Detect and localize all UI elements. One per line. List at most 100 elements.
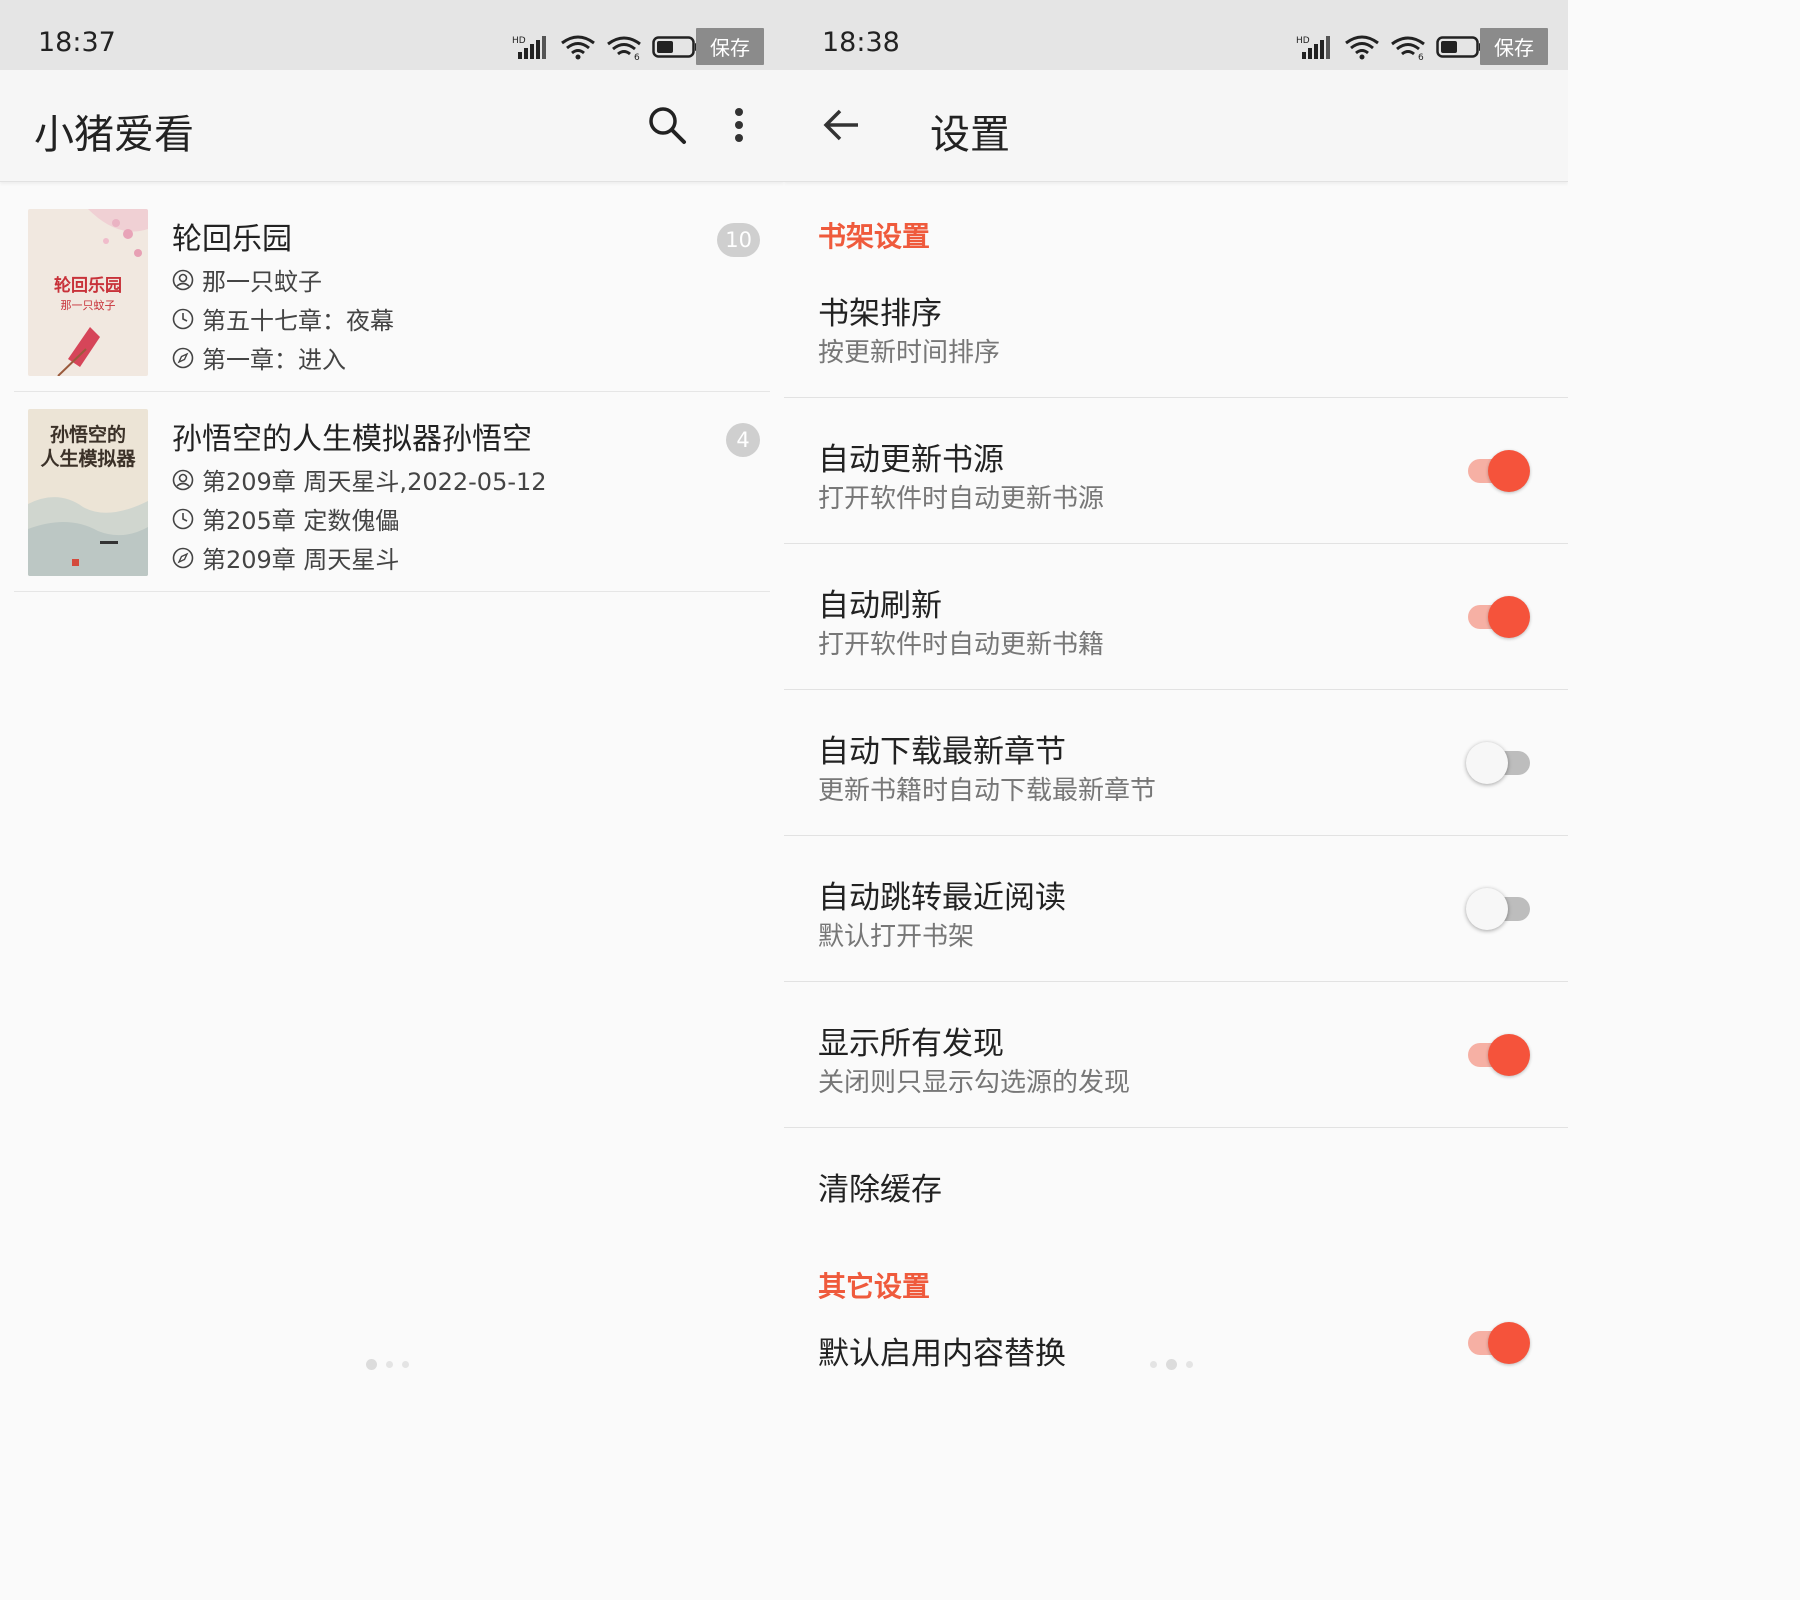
user-icon [172, 269, 194, 290]
app-bar: 小猪爱看 [0, 70, 784, 182]
pref-title: 自动刷新 [818, 588, 942, 624]
pref-summary: 打开软件时自动更新书源 [818, 484, 1105, 514]
search-icon [649, 107, 686, 144]
toggle-switch[interactable] [1466, 592, 1530, 642]
book-item[interactable]: 孙悟空的 人生模拟器 孙悟空的人生模拟器孙悟空 第209章 周天星斗,2022-… [14, 392, 770, 592]
save-badge[interactable]: 保存 [696, 28, 764, 65]
page-dot [1150, 1361, 1157, 1368]
pref-summary: 关闭则只显示勾选源的发现 [818, 1068, 1131, 1098]
page-dot [1166, 1359, 1177, 1370]
latest-chapter-line: 第205章 定数傀儡 [172, 501, 399, 536]
user-icon [172, 469, 194, 490]
clock-icon [172, 308, 194, 329]
pref-auto-jump-recent[interactable]: 自动跳转最近阅读 默认打开书架 [784, 836, 1568, 982]
status-time: 18:37 [38, 27, 116, 58]
hotspot-wifi-icon: 6 [1391, 36, 1425, 60]
current-chapter-line: 第一章：进入 [172, 340, 346, 375]
pref-show-all-discover[interactable]: 显示所有发现 关闭则只显示勾选源的发现 [784, 982, 1568, 1128]
page-dot [366, 1359, 377, 1370]
pref-summary: 按更新时间排序 [818, 338, 1001, 368]
toggle-switch[interactable] [1466, 738, 1530, 788]
cover-title: 轮回乐园 [54, 275, 122, 296]
author-line: 那一只蚊子 [172, 262, 322, 297]
search-button[interactable] [642, 100, 692, 150]
page-dot [402, 1361, 409, 1368]
book-list: 轮回乐园 那一只蚊子 轮回乐园 那一只蚊子 第五十七章：夜幕 第一章：进入 10 [0, 192, 784, 592]
signal-icon: HD [1296, 35, 1330, 59]
current-chapter: 第209章 周天星斗 [202, 546, 400, 574]
pref-summary: 更新书籍时自动下载最新章节 [818, 776, 1157, 806]
current-chapter: 第一章：进入 [202, 346, 346, 374]
book-title: 孙悟空的人生模拟器孙悟空 [172, 422, 532, 457]
book-author: 那一只蚊子 [202, 268, 322, 296]
pref-title: 自动更新书源 [818, 442, 1004, 478]
hotspot-wifi-icon: 6 [607, 36, 641, 60]
pref-auto-refresh[interactable]: 自动刷新 打开软件时自动更新书籍 [784, 544, 1568, 690]
latest-chapter: 第205章 定数傀儡 [202, 507, 400, 535]
settings-screen: 18:38 HD 6 保存 设置 书架设置 书架排序 按更新时间排序 自动更新书… [784, 0, 1568, 1394]
clock-icon [172, 508, 194, 529]
compass-icon [172, 547, 194, 568]
section-header-bookshelf: 书架设置 [784, 182, 1568, 282]
section-header-label: 其它设置 [818, 1270, 931, 1303]
pref-bookshelf-sort[interactable]: 书架排序 按更新时间排序 [784, 282, 1568, 398]
unread-count-badge: 10 [717, 223, 760, 257]
compass-icon [172, 347, 194, 368]
svg-text:6: 6 [1418, 53, 1424, 60]
back-arrow-icon [823, 109, 858, 141]
section-header-other: 其它设置 [784, 1232, 1568, 1332]
page-dot [1186, 1361, 1193, 1368]
svg-text:HD: HD [512, 36, 526, 46]
page-indicator [1150, 1359, 1193, 1370]
status-icons: HD 6 保存 [512, 28, 764, 65]
svg-text:人生模拟器: 人生模拟器 [40, 447, 136, 470]
more-menu-button[interactable] [714, 100, 764, 150]
svg-text:孙悟空的: 孙悟空的 [50, 423, 126, 446]
toggle-switch[interactable] [1466, 884, 1530, 934]
pref-summary: 默认打开书架 [818, 922, 975, 952]
book-cover[interactable]: 轮回乐园 那一只蚊子 [28, 209, 148, 376]
status-bar: 18:38 HD 6 保存 [784, 0, 1568, 70]
cover-author: 那一只蚊子 [61, 298, 116, 312]
wifi-icon [561, 35, 595, 59]
author-line: 第209章 周天星斗,2022-05-12 [172, 462, 547, 497]
svg-text:6: 6 [634, 53, 640, 60]
toggle-switch[interactable] [1466, 1318, 1530, 1368]
unread-count-badge: 4 [726, 423, 760, 457]
pref-clear-cache[interactable]: 清除缓存 [784, 1128, 1568, 1232]
settings-list: 书架设置 书架排序 按更新时间排序 自动更新书源 打开软件时自动更新书源 自动刷… [784, 182, 1568, 1394]
pref-title: 显示所有发现 [818, 1026, 1004, 1062]
pref-auto-download[interactable]: 自动下载最新章节 更新书籍时自动下载最新章节 [784, 690, 1568, 836]
latest-chapter-line: 第五十七章：夜幕 [172, 301, 394, 336]
status-bar: 18:37 HD 6 保存 [0, 0, 784, 70]
signal-icon: HD [512, 35, 546, 59]
toggle-switch[interactable] [1466, 1030, 1530, 1080]
bookshelf-screen: 18:37 HD 6 保存 小猪爱看 轮回乐园 那一只蚊子 轮回乐园 那一只蚊子… [0, 0, 784, 1394]
status-icons: HD 6 保存 [1296, 28, 1548, 65]
pref-title: 书架排序 [818, 296, 942, 332]
book-title: 轮回乐园 [172, 222, 292, 257]
current-chapter-line: 第209章 周天星斗 [172, 540, 399, 575]
pref-title: 自动跳转最近阅读 [818, 880, 1066, 916]
save-badge[interactable]: 保存 [1480, 28, 1548, 65]
book-item[interactable]: 轮回乐园 那一只蚊子 轮回乐园 那一只蚊子 第五十七章：夜幕 第一章：进入 10 [14, 192, 770, 392]
book-cover[interactable]: 孙悟空的 人生模拟器 [28, 409, 148, 576]
app-bar: 设置 [784, 70, 1568, 182]
battery-icon [652, 35, 698, 58]
latest-chapter: 第五十七章：夜幕 [202, 307, 394, 335]
pref-title: 默认启用内容替换 [818, 1336, 1066, 1372]
status-time: 18:38 [822, 27, 900, 58]
page-title: 设置 [930, 112, 1010, 158]
pref-title: 清除缓存 [818, 1172, 942, 1208]
pref-title: 自动下载最新章节 [818, 734, 1066, 770]
more-vert-icon [735, 108, 743, 142]
back-button[interactable] [816, 100, 866, 150]
toggle-switch[interactable] [1466, 446, 1530, 496]
battery-icon [1436, 35, 1482, 58]
pref-auto-update-source[interactable]: 自动更新书源 打开软件时自动更新书源 [784, 398, 1568, 544]
wifi-icon [1345, 35, 1379, 59]
page-indicator [366, 1359, 409, 1370]
section-header-label: 书架设置 [818, 220, 931, 253]
pref-summary: 打开软件时自动更新书籍 [818, 630, 1105, 660]
book-author: 第209章 周天星斗,2022-05-12 [202, 468, 547, 496]
